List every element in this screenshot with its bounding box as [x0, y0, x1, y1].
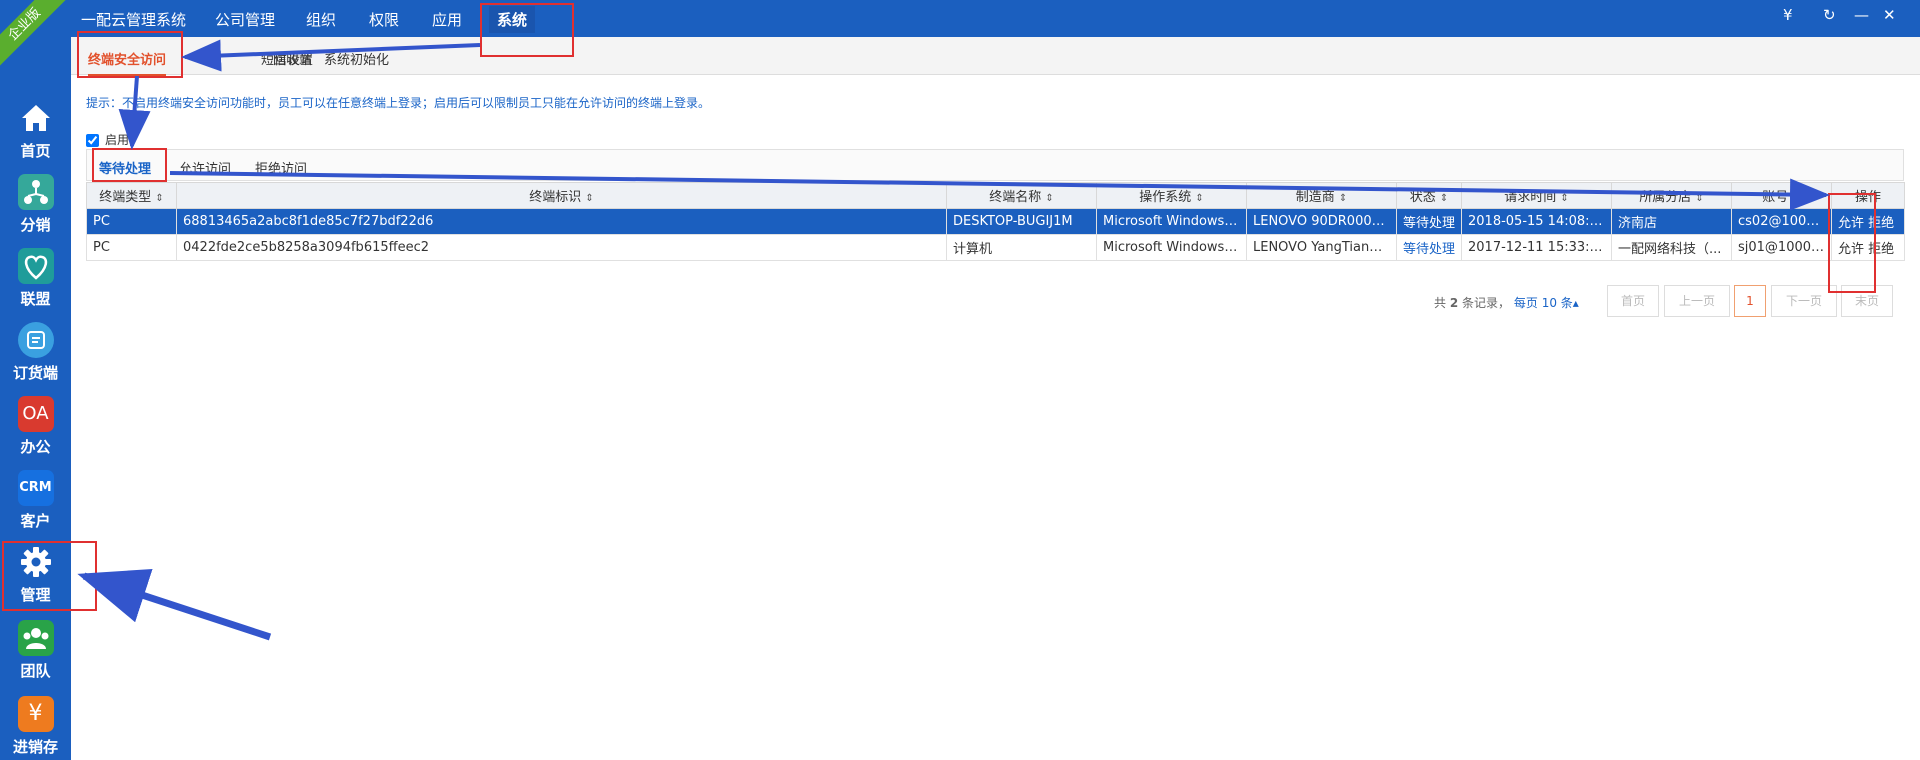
column-header[interactable]: 操作系统 ⇕	[1096, 182, 1247, 209]
cell-request-time: 2017-12-11 15:33:24	[1461, 234, 1612, 261]
cell-account: cs02@100006	[1731, 208, 1832, 235]
column-header[interactable]: 请求时间 ⇕	[1461, 182, 1612, 209]
highlight-box-subtab	[77, 31, 183, 78]
order-icon	[17, 322, 54, 358]
crm-icon: CRM	[17, 470, 54, 506]
top-nav-organization[interactable]: 组织	[306, 9, 336, 30]
hint-text: 提示：不启用终端安全访问功能时，员工可以在任意终端上登录；启用后可以限制员工只能…	[86, 96, 711, 110]
cell-terminal-type: PC	[86, 208, 177, 235]
sidebar: 企业版 首页 分销 联盟 订货端 OA 办公 CRM 客户 管理 团队 ¥ 进销…	[0, 0, 71, 760]
edition-ribbon: 企业版	[0, 0, 71, 72]
sidebar-item-label: 订货端	[12, 364, 58, 382]
pager-first-button[interactable]: 首页	[1607, 285, 1659, 317]
sidebar-item-office[interactable]: OA 办公	[0, 396, 71, 457]
sidebar-item-label: 进销存	[12, 738, 58, 756]
handshake-icon	[17, 248, 54, 284]
highlight-box-system	[480, 3, 574, 57]
highlight-box-actions	[1828, 193, 1876, 293]
cell-branch: 一配网络科技（...	[1611, 234, 1732, 261]
tab-allowed[interactable]: 允许访问	[179, 158, 231, 177]
cell-account: sj01@100006	[1731, 234, 1832, 261]
terminal-table: 终端类型 ⇕ 终端标识 ⇕ 终端名称 ⇕ 操作系统 ⇕ 制造商 ⇕ 状态 ⇕ 请求时间 ⇕ 所…	[86, 182, 1905, 261]
pager-summary: 共 2 条记录， 每页 10 条▴	[1434, 296, 1579, 310]
subtab-system-init[interactable]: 系统初始化	[324, 49, 389, 68]
arrow-subtab-to-pending	[118, 75, 151, 150]
enable-label: 启用	[105, 133, 130, 147]
network-icon	[17, 174, 54, 210]
per-page-select[interactable]: 每页 10 条	[1514, 296, 1573, 310]
cell-branch: 济南店	[1611, 208, 1732, 235]
tab-denied[interactable]: 拒绝访问	[255, 158, 307, 177]
cell-os: Microsoft Windows 10...	[1096, 208, 1247, 235]
sidebar-item-label: 客户	[20, 512, 51, 530]
table-row[interactable]: PC 0422fde2ce5b8258a3094fb615ffeec2 计算机 …	[86, 234, 1905, 261]
top-nav-company[interactable]: 公司管理	[215, 9, 275, 30]
column-header[interactable]: 终端名称 ⇕	[946, 182, 1097, 209]
cell-os: Microsoft Windows 10...	[1096, 234, 1247, 261]
refresh-icon[interactable]: ↻	[1823, 6, 1836, 24]
pager-prev-button[interactable]: 上一页	[1664, 285, 1730, 317]
sidebar-item-label: 分销	[20, 216, 51, 234]
sidebar-item-customer[interactable]: CRM 客户	[0, 470, 71, 531]
table-header-row: 终端类型 ⇕ 终端标识 ⇕ 终端名称 ⇕ 操作系统 ⇕ 制造商 ⇕ 状态 ⇕ 请求时间 ⇕ 所…	[86, 182, 1905, 209]
column-header[interactable]: 终端标识 ⇕	[176, 182, 947, 209]
column-header[interactable]: 账号 ⇕	[1731, 182, 1832, 209]
yen-icon: ¥	[17, 696, 54, 732]
home-icon	[18, 100, 54, 136]
top-bar: 一配云管理系统 公司管理 组织 权限 应用 系统 ¥ ↻ — ✕	[71, 0, 1920, 37]
currency-icon[interactable]: ¥	[1783, 6, 1793, 24]
sidebar-item-label: 联盟	[20, 290, 51, 308]
pager-current-page[interactable]: 1	[1734, 285, 1766, 317]
enable-checkbox[interactable]	[86, 134, 99, 147]
minimize-icon[interactable]: —	[1854, 6, 1869, 24]
app-title: 一配云管理系统	[81, 11, 187, 29]
sidebar-item-label: 首页	[20, 142, 51, 160]
sidebar-item-order[interactable]: 订货端	[0, 322, 71, 383]
top-nav-permission[interactable]: 权限	[369, 9, 399, 30]
cell-status: 等待处理	[1396, 208, 1462, 235]
cell-terminal-id: 68813465a2abc8f1de85c7f27bdf22d6	[176, 208, 947, 235]
enable-toggle[interactable]: 启用	[86, 131, 129, 148]
arrow-to-manage	[77, 569, 272, 641]
oa-icon: OA	[17, 396, 54, 432]
highlight-box-manage	[2, 541, 97, 611]
cell-status: 等待处理	[1396, 234, 1462, 261]
sidebar-item-alliance[interactable]: 联盟	[0, 248, 71, 309]
sidebar-item-label: 团队	[20, 662, 51, 680]
sidebar-item-label: 办公	[20, 438, 51, 456]
status-tabs: 等待处理 允许访问 拒绝访问	[86, 149, 1904, 181]
annotation-arrows	[77, 39, 1830, 641]
column-header[interactable]: 所属分店 ⇕	[1611, 182, 1732, 209]
cell-request-time: 2018-05-15 14:08:12	[1461, 208, 1612, 235]
cell-terminal-type: PC	[86, 234, 177, 261]
cell-terminal-name: DESKTOP-BUGIJ1M	[946, 208, 1097, 235]
sub-nav-bar: 终端安全访问 短信设置 回收站 系统初始化	[71, 37, 1920, 76]
table-row[interactable]: PC 68813465a2abc8f1de85c7f27bdf22d6 DESK…	[86, 208, 1905, 235]
cell-terminal-id: 0422fde2ce5b8258a3094fb615ffeec2	[176, 234, 947, 261]
cell-manufacturer: LENOVO 90DR000ACD	[1246, 208, 1397, 235]
sidebar-item-distribution[interactable]: 分销	[0, 174, 71, 235]
cell-manufacturer: LENOVO YangTianR4...	[1246, 234, 1397, 261]
sidebar-item-home[interactable]: 首页	[0, 100, 71, 161]
column-header[interactable]: 终端类型 ⇕	[86, 182, 177, 209]
team-icon	[17, 620, 54, 656]
sidebar-item-team[interactable]: 团队	[0, 620, 71, 681]
sidebar-item-inventory[interactable]: ¥ 进销存	[0, 696, 71, 757]
column-header[interactable]: 状态 ⇕	[1396, 182, 1462, 209]
highlight-box-pending-tab	[92, 148, 167, 182]
column-header[interactable]: 制造商 ⇕	[1246, 182, 1397, 209]
top-nav-apps[interactable]: 应用	[432, 9, 462, 30]
cell-terminal-name: 计算机	[946, 234, 1097, 261]
close-icon[interactable]: ✕	[1883, 6, 1896, 24]
pager-total: 2	[1449, 296, 1459, 310]
subtab-recycle-bin[interactable]: 回收站	[273, 49, 312, 68]
